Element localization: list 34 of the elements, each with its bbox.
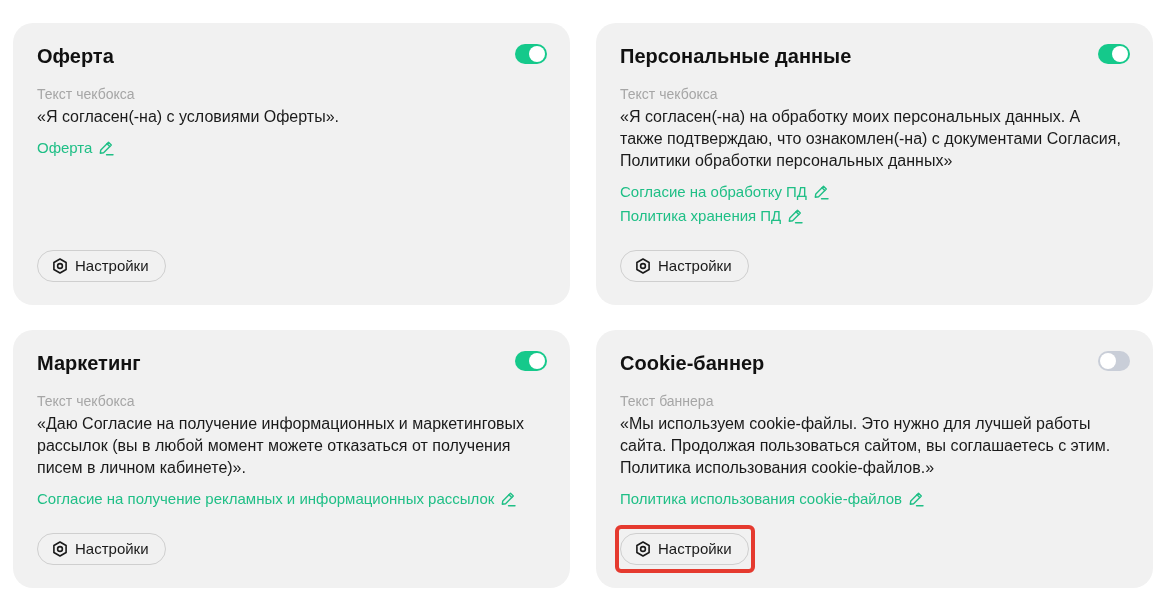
document-link[interactable]: Согласие на получение рекламных и информационных рассылок	[37, 489, 517, 509]
toggle-switch[interactable]	[515, 351, 547, 371]
settings-icon	[635, 541, 651, 557]
pencil-icon	[907, 491, 924, 507]
settings-button[interactable]: Настройки	[37, 533, 166, 565]
settings-icon	[52, 541, 68, 557]
field-label: Текст чекбокса	[37, 85, 136, 104]
document-link[interactable]: Согласие на обработку ПД	[620, 182, 830, 202]
settings-button[interactable]: Настройки	[37, 250, 166, 282]
field-label: Текст баннера	[620, 392, 715, 411]
card-title: Маркетинг	[37, 351, 141, 376]
document-link[interactable]: Политика хранения ПД	[620, 206, 804, 226]
consent-text: «Даю Согласие на получение информационных и маркетинговых рассылок (вы в любой момент можете отказаться от получения писем в личном кабинете)».	[37, 414, 526, 478]
pencil-icon	[787, 208, 804, 224]
field-label: Текст чекбокса	[37, 392, 136, 411]
toggle-switch[interactable]	[1098, 351, 1130, 371]
consent-text: «Я согласен(-на) на обработку моих персональных данных. А также подтверждаю, что ознакомлен(-на) с документами Согласия, Политики обработки персональных данных»	[620, 107, 1122, 171]
consent-text: «Я согласен(-на) с условиями Оферты».	[37, 107, 340, 127]
pencil-icon	[813, 184, 830, 200]
toggle-switch[interactable]	[515, 44, 547, 64]
settings-button[interactable]: Настройки	[620, 533, 749, 565]
document-link[interactable]: Оферта	[37, 138, 115, 158]
card-title: Персональные данные	[620, 44, 852, 69]
pencil-icon	[98, 140, 115, 156]
field-label: Текст чекбокса	[620, 85, 719, 104]
toggle-switch[interactable]	[1098, 44, 1130, 64]
settings-icon	[52, 258, 68, 274]
document-link[interactable]: Политика использования cookie-файлов	[620, 489, 924, 509]
pencil-icon	[500, 491, 517, 507]
settings-button[interactable]: Настройки	[620, 250, 749, 282]
consent-text: «Мы используем cookie-файлы. Это нужно для лучшей работы сайта. Продолжая пользоваться сайтом, вы соглашаетесь с этим. Политика использования cookie-файлов.»	[620, 414, 1112, 478]
settings-icon	[635, 258, 651, 274]
card-title: Cookie-баннер	[620, 351, 765, 376]
card-title: Оферта	[37, 44, 114, 69]
